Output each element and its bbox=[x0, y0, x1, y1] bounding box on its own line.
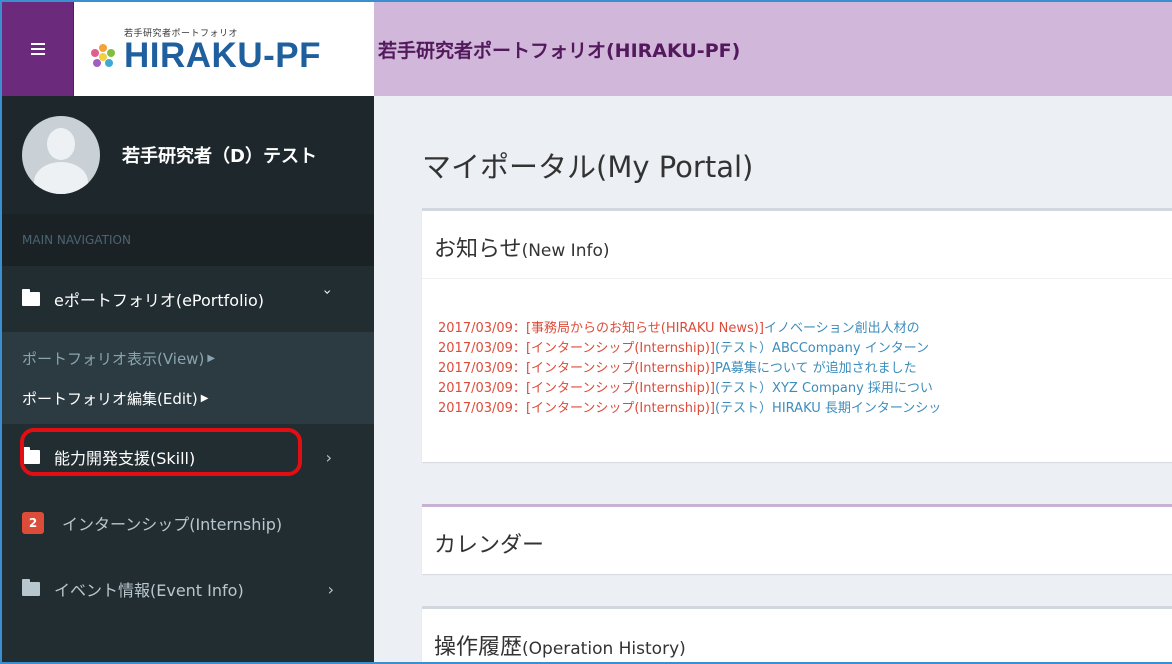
news-item[interactable]: 2017/03/09：[インターンシップ(Internship)]PA募集につい… bbox=[438, 357, 1172, 377]
submenu-item-edit[interactable]: ポートフォリオ編集(Edit) ▶ bbox=[2, 378, 374, 418]
edit-highlight-annotation bbox=[20, 428, 302, 476]
browser-frame: 若手研究者ポートフォリオ HIRAKU-PF 若手研究者ポートフォリオ(HIRA… bbox=[0, 0, 1172, 664]
chevron-down-icon: › bbox=[319, 289, 336, 295]
sidebar-item-eportfolio[interactable]: eポートフォリオ(ePortfolio) › bbox=[2, 266, 374, 332]
sidebar-item-event-info[interactable]: イベント情報(Event Info) › bbox=[2, 556, 374, 622]
folder-icon bbox=[22, 289, 40, 306]
sidebar-item-label: イベント情報(Event Info) bbox=[54, 581, 244, 600]
eportfolio-submenu: ポートフォリオ表示(View) ▶ ポートフォリオ編集(Edit) ▶ bbox=[2, 332, 374, 424]
main-content: マイポータル(My Portal) お知らせ(New Info) 2017/03… bbox=[374, 96, 1172, 662]
sidebar: 若手研究者（D）テスト MAIN NAVIGATION eポートフォリオ(ePo… bbox=[2, 96, 374, 662]
news-link[interactable]: (テスト）HIRAKU 長期インターンシッ bbox=[715, 401, 941, 416]
news-link[interactable]: PA募集について が追加されました bbox=[715, 361, 917, 376]
news-link[interactable]: イノベーション創出人材の bbox=[764, 321, 920, 336]
chevron-right-icon: › bbox=[325, 447, 332, 467]
caret-right-icon: ▶ bbox=[207, 352, 216, 364]
operation-history-box: 操作履歴(Operation History) bbox=[422, 606, 1172, 662]
news-item[interactable]: 2017/03/09：[インターンシップ(Internship)](テスト）XY… bbox=[438, 377, 1172, 397]
user-name: 若手研究者（D）テスト bbox=[122, 146, 317, 167]
news-item[interactable]: 2017/03/09：[事務局からのお知らせ(HIRAKU News)]イノベー… bbox=[438, 317, 1172, 337]
calendar-box-title: カレンダー bbox=[434, 533, 545, 558]
news-item[interactable]: 2017/03/09：[インターンシップ(Internship)](テスト）AB… bbox=[438, 337, 1172, 357]
title-bar: 若手研究者ポートフォリオ(HIRAKU-PF) bbox=[374, 2, 1172, 96]
caret-right-icon: ▶ bbox=[200, 392, 209, 404]
news-box-title: お知らせ(New Info) bbox=[422, 211, 1172, 279]
logo[interactable]: 若手研究者ポートフォリオ HIRAKU-PF bbox=[74, 2, 374, 96]
logo-text: HIRAKU-PF bbox=[124, 36, 321, 75]
nav-header: MAIN NAVIGATION bbox=[2, 214, 374, 266]
news-link[interactable]: (テスト）XYZ Company 採用につい bbox=[715, 381, 933, 396]
sidebar-item-internship[interactable]: 2 インターンシップ(Internship) bbox=[2, 490, 374, 556]
app-title[interactable]: 若手研究者ポートフォリオ(HIRAKU-PF) bbox=[378, 36, 740, 63]
news-box: お知らせ(New Info) 2017/03/09：[事務局からのお知らせ(HI… bbox=[422, 208, 1172, 462]
folder-icon bbox=[22, 579, 40, 596]
submenu-item-view[interactable]: ポートフォリオ表示(View) ▶ bbox=[2, 338, 374, 378]
menu-toggle-button[interactable] bbox=[2, 2, 74, 96]
count-badge: 2 bbox=[22, 512, 44, 534]
page-title: マイポータル(My Portal) bbox=[422, 150, 754, 184]
news-link[interactable]: (テスト）ABCCompany インターン bbox=[715, 341, 929, 356]
history-box-title: 操作履歴(Operation History) bbox=[434, 635, 686, 660]
sidebar-item-label: eポートフォリオ(ePortfolio) bbox=[54, 291, 264, 310]
avatar bbox=[22, 116, 100, 194]
submenu-item-label: ポートフォリオ編集(Edit) bbox=[22, 389, 198, 408]
hamburger-icon bbox=[30, 43, 45, 55]
news-item[interactable]: 2017/03/09：[インターンシップ(Internship)](テスト）HI… bbox=[438, 397, 1172, 417]
sidebar-item-label: インターンシップ(Internship) bbox=[62, 515, 283, 534]
chevron-right-icon: › bbox=[327, 579, 334, 599]
top-header: 若手研究者ポートフォリオ HIRAKU-PF 若手研究者ポートフォリオ(HIRA… bbox=[2, 2, 1172, 96]
news-list: 2017/03/09：[事務局からのお知らせ(HIRAKU News)]イノベー… bbox=[422, 279, 1172, 417]
submenu-item-label: ポートフォリオ表示(View) bbox=[22, 349, 205, 368]
flower-logo-icon bbox=[91, 44, 115, 67]
calendar-box: カレンダー bbox=[422, 504, 1172, 574]
user-panel: 若手研究者（D）テスト bbox=[2, 96, 374, 214]
